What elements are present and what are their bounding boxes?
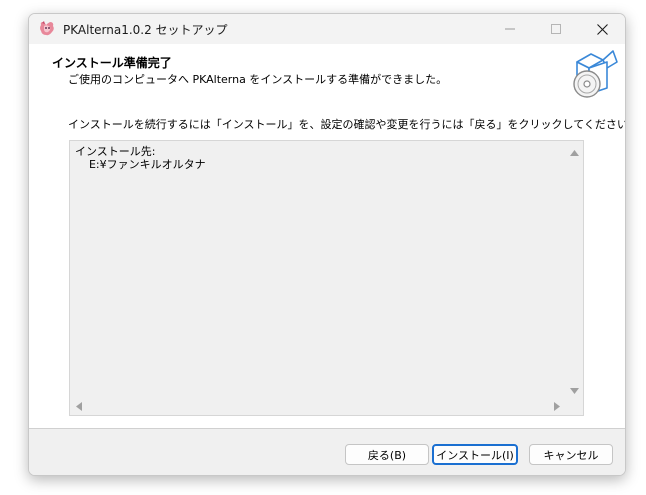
window-title: PKAlterna1.0.2 セットアップ <box>63 23 228 37</box>
instruction-text: インストールを続行するには「インストール」を、設定の確認や変更を行うには「戻る」… <box>68 118 626 131</box>
minimize-icon <box>505 24 515 34</box>
app-logo-icon <box>38 20 56 38</box>
minimize-button[interactable] <box>487 14 533 44</box>
install-button[interactable]: インストール(I) <box>432 444 518 465</box>
scroll-up-button[interactable] <box>566 143 583 160</box>
install-summary-memo[interactable]: インストール先: E:¥ファンキルオルタナ <box>69 140 584 416</box>
scroll-down-arrow-icon <box>570 383 579 397</box>
maximize-button[interactable] <box>533 14 579 44</box>
memo-line-destination-label: インストール先: <box>75 145 156 158</box>
close-button[interactable] <box>579 14 625 44</box>
page-subtitle: ご使用のコンピュータへ PKAlterna をインストールする準備ができました。 <box>68 73 448 86</box>
box-with-disc-icon <box>569 48 619 102</box>
wizard-header: インストール準備完了 ご使用のコンピュータへ PKAlterna をインストール… <box>29 44 625 104</box>
scroll-left-arrow-icon <box>75 400 82 414</box>
setup-window: PKAlterna1.0.2 セットアップ インストール準備完了 ご使用のコンピ… <box>28 13 626 476</box>
page-title: インストール準備完了 <box>52 56 172 70</box>
maximize-icon <box>551 24 561 34</box>
memo-content: インストール先: E:¥ファンキルオルタナ <box>75 145 206 171</box>
cancel-button[interactable]: キャンセル <box>529 444 613 465</box>
title-bar[interactable]: PKAlterna1.0.2 セットアップ <box>29 14 625 44</box>
wizard-body: インストールを続行するには「インストール」を、設定の確認や変更を行うには「戻る」… <box>29 104 625 428</box>
back-button[interactable]: 戻る(B) <box>345 444 429 465</box>
scroll-left-button[interactable] <box>70 398 87 415</box>
close-icon <box>596 23 608 35</box>
horizontal-scrollbar[interactable] <box>70 398 566 415</box>
scroll-right-arrow-icon <box>553 400 560 414</box>
scroll-down-button[interactable] <box>566 381 583 398</box>
scroll-up-arrow-icon <box>570 145 579 159</box>
scroll-right-button[interactable] <box>548 398 565 415</box>
vertical-scrollbar[interactable] <box>566 141 583 399</box>
wizard-footer: 戻る(B) インストール(I) キャンセル <box>29 429 625 475</box>
memo-line-destination-path: E:¥ファンキルオルタナ <box>75 158 206 171</box>
